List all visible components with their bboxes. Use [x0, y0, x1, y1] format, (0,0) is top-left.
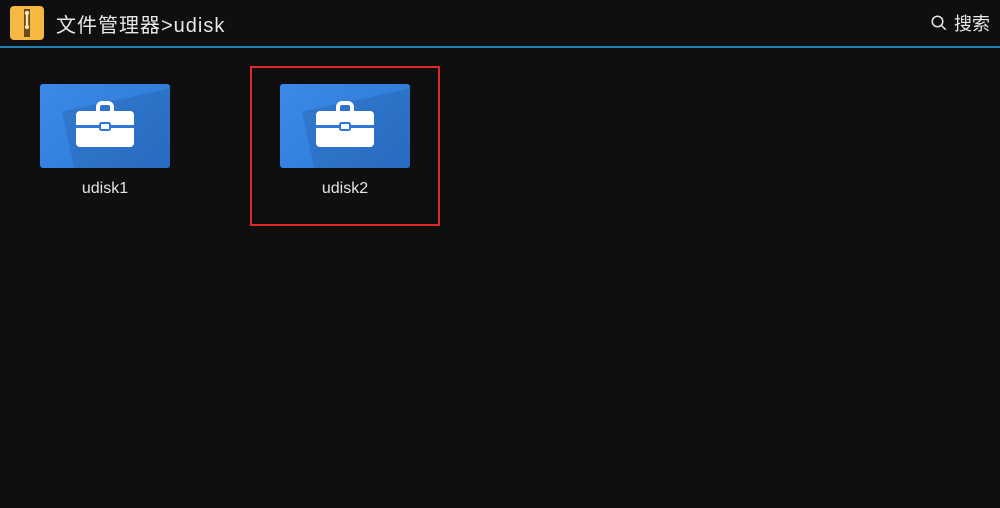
briefcase-icon: [74, 101, 136, 151]
briefcase-icon: [314, 101, 376, 151]
breadcrumb[interactable]: 文件管理器>udisk: [56, 9, 225, 38]
search-button[interactable]: 搜索: [930, 0, 990, 46]
search-label: 搜索: [954, 10, 990, 36]
file-grid: udisk1 udisk2: [0, 48, 1000, 244]
app-icon: [10, 6, 44, 40]
folder-icon: [280, 84, 410, 168]
folder-label: udisk2: [322, 180, 368, 198]
search-icon: [930, 14, 948, 32]
folder-item-udisk1[interactable]: udisk1: [10, 66, 200, 226]
folder-item-udisk2[interactable]: udisk2: [250, 66, 440, 226]
folder-label: udisk1: [82, 180, 128, 198]
zip-icon: [17, 9, 37, 37]
header: 文件管理器>udisk 搜索: [0, 0, 1000, 46]
folder-icon: [40, 84, 170, 168]
